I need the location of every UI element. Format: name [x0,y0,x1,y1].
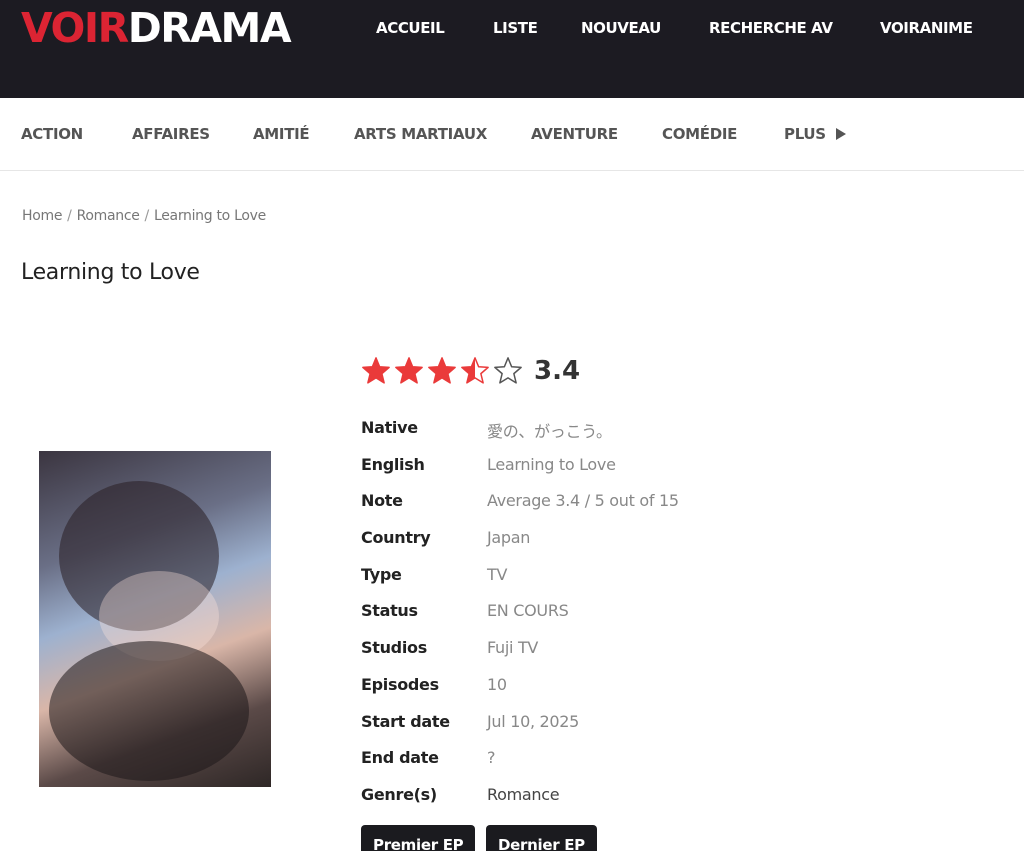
info-value-genres[interactable]: Romance [487,785,560,804]
nav-liste[interactable]: LISTE [493,18,538,38]
info-label: Genre(s) [361,784,437,804]
site-header: VOIRDRAMA ACCUEIL LISTE NOUVEAU RECHERCH… [0,0,1024,98]
genre-affaires[interactable]: AFFAIRES [132,124,210,144]
info-label: Note [361,491,403,511]
poster-figure [49,641,249,781]
nav-accueil[interactable]: ACCUEIL [376,18,445,38]
site-logo[interactable]: VOIRDRAMA [21,4,292,52]
info-value-status: EN COURS [487,601,569,621]
info-value-english: Learning to Love [487,454,616,474]
breadcrumb-separator: / [144,208,150,224]
breadcrumb-separator: / [67,208,72,224]
genre-nav: ACTION AFFAIRES AMITIÉ ARTS MARTIAUX AVE… [0,98,1024,171]
nav-recherche-av[interactable]: RECHERCHE AV [709,18,833,38]
genre-comedie[interactable]: COMÉDIE [662,124,737,144]
breadcrumb-current: Learning to Love [153,208,266,224]
star-half-icon [461,357,489,384]
star-filled-icon [395,357,423,384]
info-value-native: 愛の、がっこう。 [487,422,612,441]
info-value-studios[interactable]: Fuji TV [487,638,538,657]
genre-plus-label: PLUS [784,125,826,143]
play-arrow-icon [835,128,846,140]
breadcrumb-home[interactable]: Home [22,208,62,224]
info-value-type: TV [487,564,508,584]
first-episode-button[interactable]: Premier EP [361,825,476,851]
info-value-episodes: 10 [487,674,507,694]
info-value-country[interactable]: Japan [487,528,530,547]
info-value-start-date: Jul 10, 2025 [487,711,580,731]
breadcrumb-category[interactable]: Romance [77,208,140,224]
star-filled-icon [428,357,456,384]
genre-plus[interactable]: PLUS [784,124,846,144]
info-label: Country [361,528,431,548]
info-value-note: Average 3.4 / 5 out of 15 [487,491,679,511]
genre-amitie[interactable]: AMITIÉ [253,124,310,144]
genre-arts-martiaux[interactable]: ARTS MARTIAUX [354,124,487,144]
nav-voiranime[interactable]: VOIRANIME [880,18,973,38]
info-label: End date [361,748,439,768]
info-label: Studios [361,638,427,658]
info-label: English [361,454,425,474]
logo-text-voir: VOIR [21,4,129,52]
info-label: Status [361,601,418,621]
rating-value: 3.4 [534,356,581,386]
page-title: Learning to Love [21,260,200,285]
genre-aventure[interactable]: AVENTURE [531,124,618,144]
logo-text-drama: DRAMA [127,4,292,52]
info-label: Native [361,418,418,437]
info-label: Start date [361,711,450,731]
genre-action[interactable]: ACTION [21,124,83,144]
rating: 3.4 [361,356,580,392]
last-episode-button[interactable]: Dernier EP [486,825,597,851]
info-label: Type [361,564,402,584]
nav-nouveau[interactable]: NOUVEAU [581,18,661,38]
breadcrumb: Home / Romance / Learning to Love [22,208,266,224]
rating-stars [361,356,526,386]
star-empty-icon [494,357,522,384]
info-label: Episodes [361,674,439,694]
info-value-end-date: ? [487,748,496,768]
poster-image [39,451,271,787]
star-filled-icon [362,357,390,384]
